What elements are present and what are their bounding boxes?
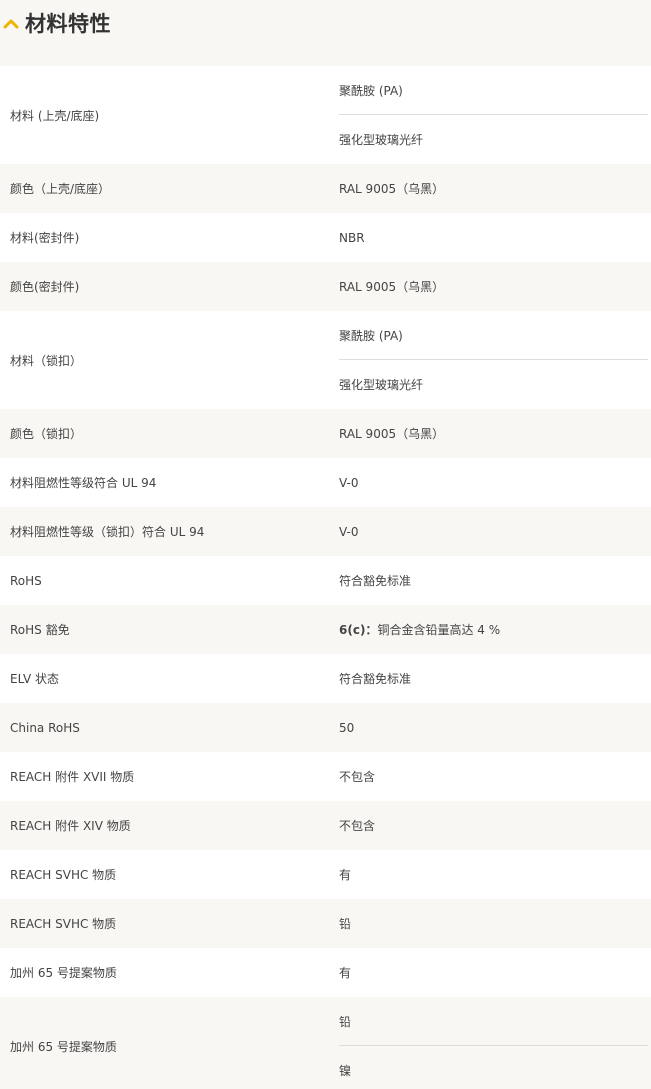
property-value-line: 聚酰胺 (PA) bbox=[339, 66, 648, 115]
property-value-line: 不包含 bbox=[339, 819, 376, 833]
property-label: REACH 附件 XVII 物质 bbox=[10, 770, 135, 784]
property-value: 有 bbox=[329, 948, 651, 997]
table-row: 材料（锁扣） 聚酰胺 (PA) 强化型玻璃光纤 bbox=[0, 311, 651, 409]
section-header-material-properties[interactable]: 材料特性 bbox=[0, 0, 651, 66]
material-properties-page: 材料特性 材料 (上壳/底座) 聚酰胺 (PA) 强化型玻璃光纤 颜色（上壳/底座） R… bbox=[0, 0, 651, 1089]
property-value: 不包含 bbox=[329, 752, 651, 801]
properties-table: 材料 (上壳/底座) 聚酰胺 (PA) 强化型玻璃光纤 颜色（上壳/底座） RAL 90… bbox=[0, 66, 651, 1089]
property-label: 材料(密封件) bbox=[10, 231, 80, 245]
property-value: 50 bbox=[329, 703, 651, 752]
property-value-line: 有 bbox=[339, 966, 352, 980]
table-row: 颜色（上壳/底座） RAL 9005（乌黑） bbox=[0, 164, 651, 213]
property-label: 颜色（上壳/底座） bbox=[10, 182, 111, 196]
property-value-line: RAL 9005（乌黑） bbox=[339, 280, 445, 294]
property-value: 符合豁免标准 bbox=[329, 556, 651, 605]
table-row: China RoHS 50 bbox=[0, 703, 651, 752]
table-row: RoHS 豁免 6(c)： 铜合金含铅量高达 4 % bbox=[0, 605, 651, 654]
table-row: 颜色（锁扣） RAL 9005（乌黑） bbox=[0, 409, 651, 458]
table-row: 加州 65 号提案物质 有 bbox=[0, 948, 651, 997]
property-label: ELV 状态 bbox=[10, 672, 59, 686]
property-value-line: 符合豁免标准 bbox=[339, 672, 412, 686]
property-value-line: NBR bbox=[339, 230, 365, 245]
property-value: RAL 9005（乌黑） bbox=[329, 262, 651, 311]
property-value-line: 有 bbox=[339, 868, 352, 882]
property-label: REACH SVHC 物质 bbox=[10, 868, 117, 882]
table-row: REACH SVHC 物质 有 bbox=[0, 850, 651, 899]
property-value: 符合豁免标准 bbox=[329, 654, 651, 703]
property-value: 有 bbox=[329, 850, 651, 899]
property-value-line: 铅 bbox=[339, 997, 648, 1046]
table-row: 材料(密封件) NBR bbox=[0, 213, 651, 262]
property-label: China RoHS bbox=[10, 720, 80, 735]
table-row: 颜色(密封件) RAL 9005（乌黑） bbox=[0, 262, 651, 311]
property-label: 材料阻燃性等级符合 UL 94 bbox=[10, 476, 157, 490]
property-value: V-0 bbox=[329, 507, 651, 556]
property-label: 颜色（锁扣） bbox=[10, 427, 83, 441]
property-value-line: 强化型玻璃光纤 bbox=[339, 378, 424, 392]
property-label: 加州 65 号提案物质 bbox=[10, 1039, 117, 1054]
property-value: 聚酰胺 (PA) 强化型玻璃光纤 bbox=[329, 311, 651, 409]
table-row: ELV 状态 符合豁免标准 bbox=[0, 654, 651, 703]
table-row: 材料阻燃性等级符合 UL 94 V-0 bbox=[0, 458, 651, 507]
property-value-line: 不包含 bbox=[339, 770, 376, 784]
table-row: 加州 65 号提案物质铅镍 bbox=[0, 997, 651, 1089]
table-row: 材料阻燃性等级（锁扣）符合 UL 94 V-0 bbox=[0, 507, 651, 556]
property-value: 铅镍 bbox=[329, 997, 651, 1089]
property-value-line: 镍 bbox=[339, 1064, 352, 1078]
property-label: 加州 65 号提案物质 bbox=[10, 966, 117, 980]
property-value: 铅 bbox=[329, 899, 651, 948]
property-value: RAL 9005（乌黑） bbox=[329, 164, 651, 213]
property-value: 不包含 bbox=[329, 801, 651, 850]
property-value-line: 6(c)： 铜合金含铅量高达 4 % bbox=[339, 605, 648, 654]
exemption-code: 6(c)： bbox=[339, 623, 378, 637]
property-label: RoHS bbox=[10, 573, 42, 588]
property-label: 颜色(密封件) bbox=[10, 280, 80, 294]
property-value-line: 聚酰胺 (PA) bbox=[339, 311, 648, 360]
property-value-line: RAL 9005（乌黑） bbox=[339, 182, 445, 196]
property-label: 材料（锁扣） bbox=[10, 353, 83, 368]
table-row: 材料 (上壳/底座) 聚酰胺 (PA) 强化型玻璃光纤 bbox=[0, 66, 651, 164]
section-title: 材料特性 bbox=[25, 12, 111, 36]
chevron-up-icon[interactable] bbox=[2, 16, 20, 30]
property-value-line: 50 bbox=[339, 720, 355, 735]
table-row: REACH 附件 XIV 物质 不包含 bbox=[0, 801, 651, 850]
property-value: RAL 9005（乌黑） bbox=[329, 409, 651, 458]
property-value-line: 符合豁免标准 bbox=[339, 574, 412, 588]
property-label: 材料阻燃性等级（锁扣）符合 UL 94 bbox=[10, 525, 205, 539]
property-value-line: V-0 bbox=[339, 524, 359, 539]
property-label: RoHS 豁免 bbox=[10, 623, 70, 637]
table-row: REACH SVHC 物质 铅 bbox=[0, 899, 651, 948]
exemption-text: 铜合金含铅量高达 4 % bbox=[377, 623, 501, 637]
property-label: REACH 附件 XIV 物质 bbox=[10, 819, 131, 833]
property-value: NBR bbox=[329, 213, 651, 262]
property-value-line: 强化型玻璃光纤 bbox=[339, 133, 424, 147]
property-label: REACH SVHC 物质 bbox=[10, 917, 117, 931]
property-value-line: V-0 bbox=[339, 475, 359, 490]
property-label: 材料 (上壳/底座) bbox=[10, 108, 100, 123]
property-value: 聚酰胺 (PA) 强化型玻璃光纤 bbox=[329, 66, 651, 164]
property-value: 6(c)： 铜合金含铅量高达 4 % bbox=[329, 605, 651, 654]
table-row: REACH 附件 XVII 物质 不包含 bbox=[0, 752, 651, 801]
property-value: V-0 bbox=[329, 458, 651, 507]
table-row: RoHS 符合豁免标准 bbox=[0, 556, 651, 605]
property-value-line: RAL 9005（乌黑） bbox=[339, 427, 445, 441]
property-value-line: 铅 bbox=[339, 917, 352, 931]
